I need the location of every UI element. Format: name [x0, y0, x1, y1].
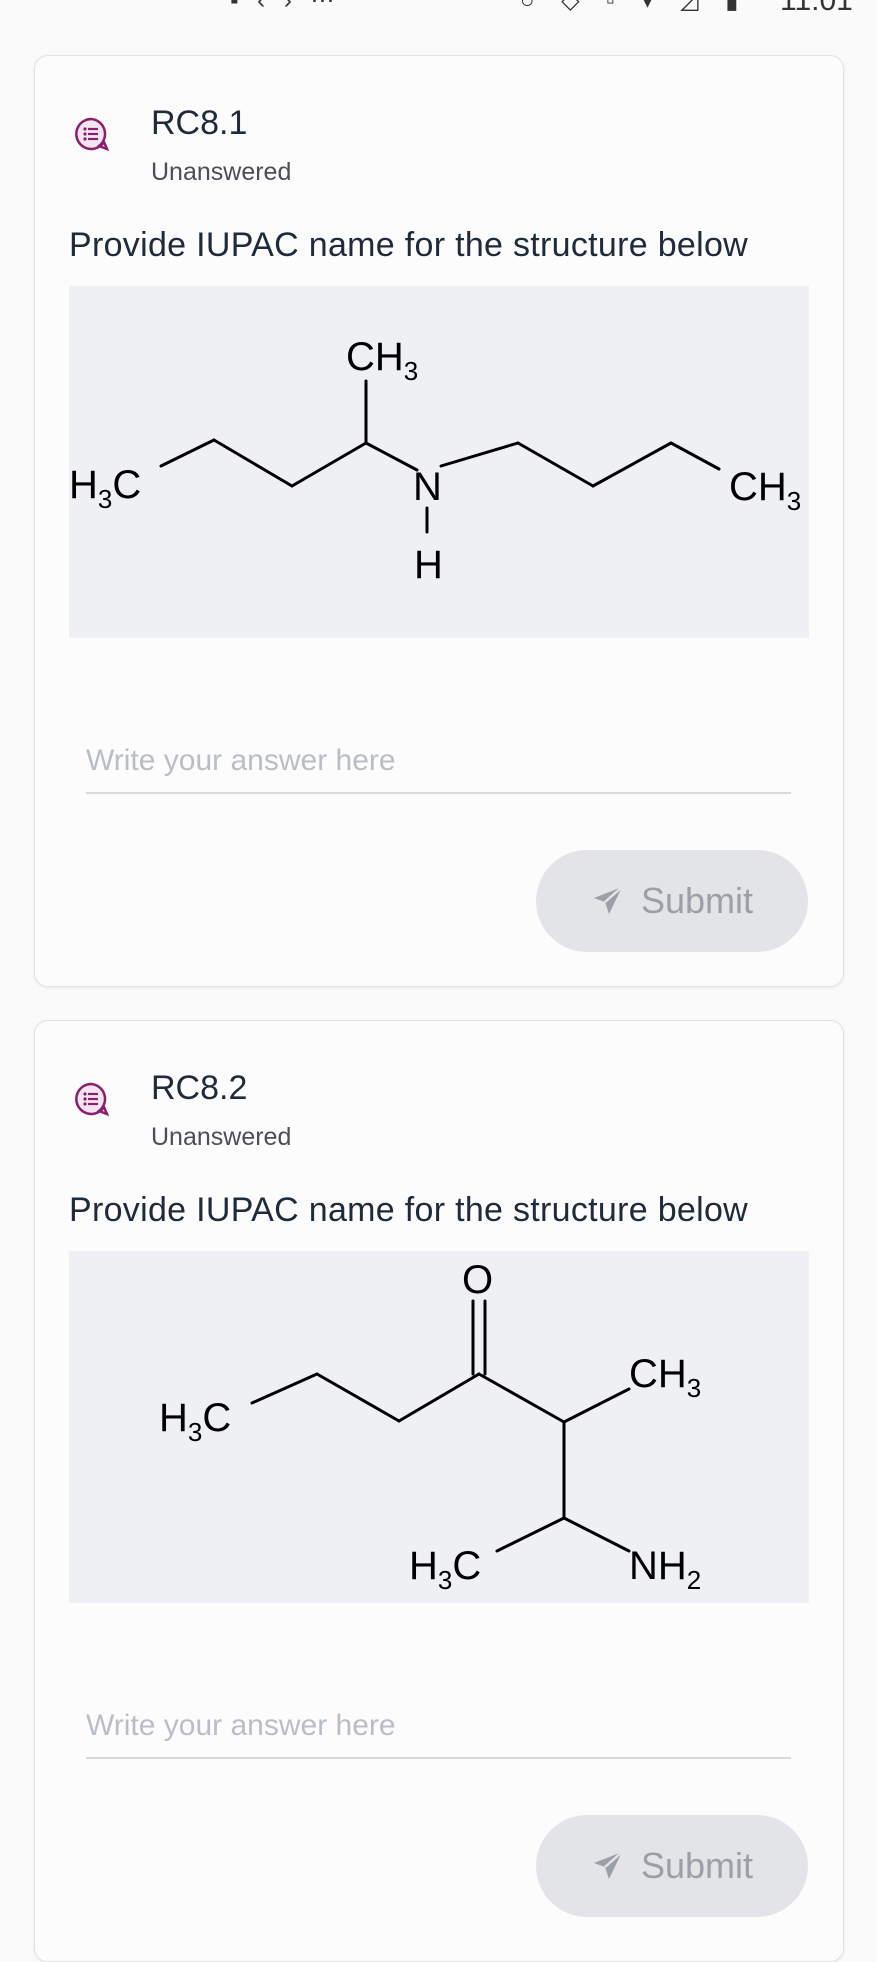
question-status: Unanswered	[151, 158, 292, 186]
status-time: 11:01	[780, 0, 853, 14]
question-list-icon	[73, 116, 110, 152]
question-status: Unanswered	[151, 1123, 292, 1151]
question-card-1: RC8.1 Unanswered Provide IUPAC name for …	[34, 55, 844, 987]
status-left-icons: ▪ ‹ › ⋯	[230, 0, 341, 14]
svg-text:CH3: CH3	[729, 465, 801, 516]
ch3-label: CH	[346, 335, 404, 379]
answer-input[interactable]	[86, 1701, 791, 1759]
status-right-icons: ○ ◇ ▫ ▾ ◿ ▮	[520, 0, 749, 14]
ch3-label: CH	[629, 1352, 687, 1396]
chemical-structure-image: O CH3 H3C H3C NH2	[69, 1251, 809, 1603]
nh2-label: NH	[629, 1544, 687, 1588]
question-prompt: Provide IUPAC name for the structure bel…	[69, 226, 749, 264]
svg-text:CH3: CH3	[629, 1352, 701, 1403]
svg-text:H3C: H3C	[69, 463, 141, 514]
svg-text:H3C: H3C	[409, 1544, 481, 1595]
submit-label: Submit	[640, 1845, 754, 1886]
question-card-2: RC8.2 Unanswered Provide IUPAC name for …	[34, 1020, 844, 1962]
svg-text:NH2: NH2	[629, 1544, 701, 1595]
nitrogen-label: N	[413, 465, 442, 509]
submit-label: Submit	[640, 880, 754, 921]
svg-text:CH3: CH3	[346, 335, 418, 386]
question-title: RC8.2	[151, 1069, 248, 1107]
h3c-label: H	[159, 1396, 188, 1440]
answer-input[interactable]	[86, 736, 791, 794]
status-bar: ▪ ‹ › ⋯ ○ ◇ ▫ ▾ ◿ ▮ 11:01	[0, 0, 877, 14]
send-icon	[593, 886, 623, 914]
question-title: RC8.1	[151, 104, 248, 142]
question-prompt: Provide IUPAC name for the structure bel…	[69, 1191, 749, 1229]
svg-text:H3C: H3C	[159, 1396, 231, 1447]
hydrogen-label: H	[414, 543, 443, 587]
oxygen-label: O	[462, 1258, 493, 1302]
submit-button[interactable]: Submit	[536, 1815, 808, 1917]
ch3-label: CH	[729, 465, 787, 509]
question-list-icon	[73, 1081, 110, 1117]
chemical-structure-image: CH3 H3C N H CH3	[69, 286, 809, 638]
h3c-label: H	[409, 1544, 438, 1588]
h3c-label: H	[69, 463, 98, 507]
send-icon	[593, 1851, 623, 1879]
submit-button[interactable]: Submit	[536, 850, 808, 952]
